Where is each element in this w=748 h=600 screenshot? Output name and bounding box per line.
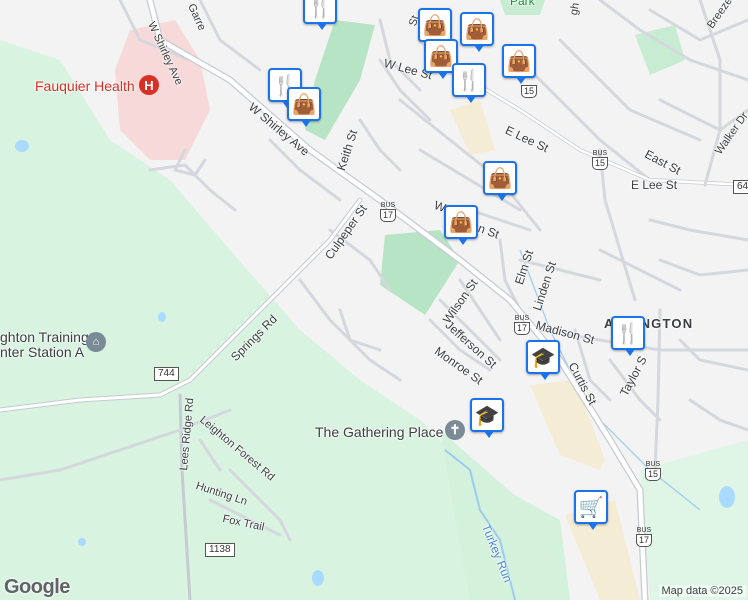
street-label-e-lee-st-2: E Lee St [631,178,678,192]
route-shield-bus17-a: BUS 17 [380,202,397,222]
shopping-pin[interactable]: 👜 [287,87,321,127]
shopping-bag-icon: 👜 [291,92,317,116]
grocery-pin[interactable]: 🛒 [574,490,608,530]
route-shield-1138: 1138 [205,543,235,557]
school-icon: 🎓 [474,403,500,427]
shopping-bag-icon: 👜 [422,13,448,37]
shopping-cart-icon: 🛒 [578,495,604,519]
restaurant-pin[interactable]: 🍴 [452,63,486,103]
route-shield-bus17-c: BUS 17 [636,527,653,547]
pond-5 [78,538,86,546]
school-pin[interactable]: 🎓 [526,340,560,380]
shopping-bag-icon: 👜 [464,17,490,41]
route-shield-643: 643 [733,180,748,194]
shopping-pin-cluster[interactable]: 👜 [460,12,494,52]
park-area-north [305,20,375,140]
pond-3 [312,570,324,586]
pond-4 [158,312,166,322]
pond-1 [15,140,29,152]
restaurant-icon: 🍴 [307,0,333,19]
school-icon: 🎓 [530,345,556,369]
hospital-icon[interactable]: H [139,75,159,95]
route-shield-bus17-b: BUS 17 [514,315,531,335]
shopping-pin[interactable]: 👜 [418,8,452,48]
shopping-pin[interactable]: 👜 [502,44,536,84]
restaurant-icon: 🍴 [456,68,482,92]
shopping-bag-icon: 👜 [448,210,474,234]
shopping-bag-icon: 👜 [506,49,532,73]
route-shield-us15: 15 [521,85,538,98]
place-label-gathering-place[interactable]: The Gathering Place [315,424,443,440]
place-label-training-center-1[interactable]: ghton Training [0,329,89,345]
government-building-icon[interactable]: ⌂ [86,332,106,352]
restaurant-pin[interactable]: 🍴 [611,316,645,356]
place-label-training-center-2[interactable]: nter Station A [0,344,84,360]
church-icon[interactable]: ✝ [445,420,465,440]
route-shield-bus15-a: BUS 15 [592,150,609,170]
route-shield-bus15-b: BUS 15 [645,461,662,481]
route-shield-744: 744 [154,367,179,381]
shopping-bag-icon: 👜 [428,44,454,68]
school-pin[interactable]: 🎓 [470,398,504,438]
google-logo: Google [4,576,70,598]
map-attribution[interactable]: Map data ©2025 [658,585,746,597]
place-label-fauquier-health[interactable]: Fauquier Health [35,78,135,94]
place-label-park: Park [510,0,535,8]
pond-2 [719,486,735,508]
park-area-central [380,230,460,315]
shopping-pin[interactable]: 👜 [444,205,478,245]
restaurant-icon: 🍴 [615,321,641,345]
restaurant-pin[interactable]: 🍴 [303,0,337,30]
shopping-bag-icon: 👜 [487,166,513,190]
shopping-pin[interactable]: 👜 [483,161,517,201]
